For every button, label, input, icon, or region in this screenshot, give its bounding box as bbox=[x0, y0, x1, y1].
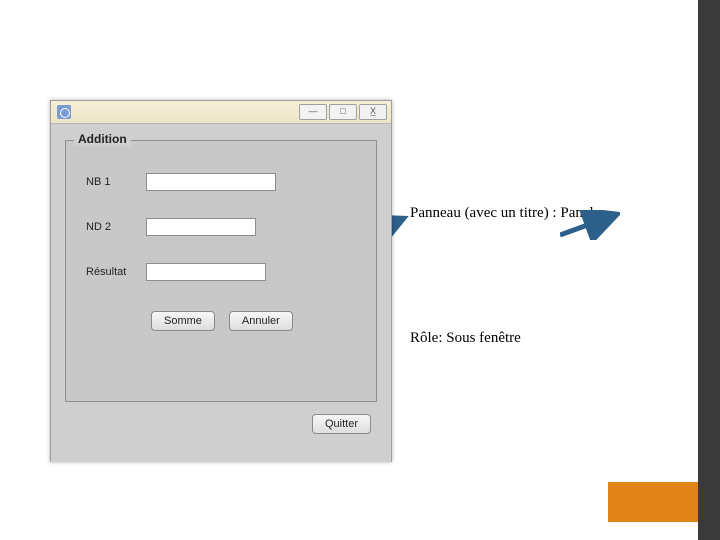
title-bar: — □ X̲ bbox=[51, 101, 391, 124]
row-nd2: ND 2 bbox=[86, 216, 256, 238]
label-nb1: NB 1 bbox=[86, 176, 146, 188]
input-nd2[interactable] bbox=[146, 218, 256, 236]
panel-title: Addition bbox=[74, 132, 131, 146]
quit-row: Quitter bbox=[312, 414, 371, 434]
label-resultat: Résultat bbox=[86, 266, 146, 278]
addition-panel: Addition NB 1 ND 2 Résultat Somme Annule… bbox=[65, 140, 377, 402]
small-arrow-icon bbox=[560, 210, 620, 240]
row-resultat: Résultat bbox=[86, 261, 266, 283]
quit-button[interactable]: Quitter bbox=[312, 414, 371, 434]
label-nd2: ND 2 bbox=[86, 221, 146, 233]
row-nb1: NB 1 bbox=[86, 171, 276, 193]
maximize-button[interactable]: □ bbox=[329, 104, 357, 120]
sum-button[interactable]: Somme bbox=[151, 311, 215, 331]
accent-block bbox=[608, 482, 698, 522]
app-window: — □ X̲ Addition NB 1 ND 2 Résultat Somme… bbox=[50, 100, 392, 462]
side-strip bbox=[698, 0, 720, 540]
input-resultat bbox=[146, 263, 266, 281]
client-area: Addition NB 1 ND 2 Résultat Somme Annule… bbox=[51, 124, 391, 462]
panel-button-row: Somme Annuler bbox=[151, 311, 293, 331]
close-button[interactable]: X̲ bbox=[359, 104, 387, 120]
java-icon bbox=[57, 105, 71, 119]
minimize-button[interactable]: — bbox=[299, 104, 327, 120]
cancel-button[interactable]: Annuler bbox=[229, 311, 293, 331]
annotation-role-label: Rôle: Sous fenêtre bbox=[410, 330, 521, 347]
input-nb1[interactable] bbox=[146, 173, 276, 191]
